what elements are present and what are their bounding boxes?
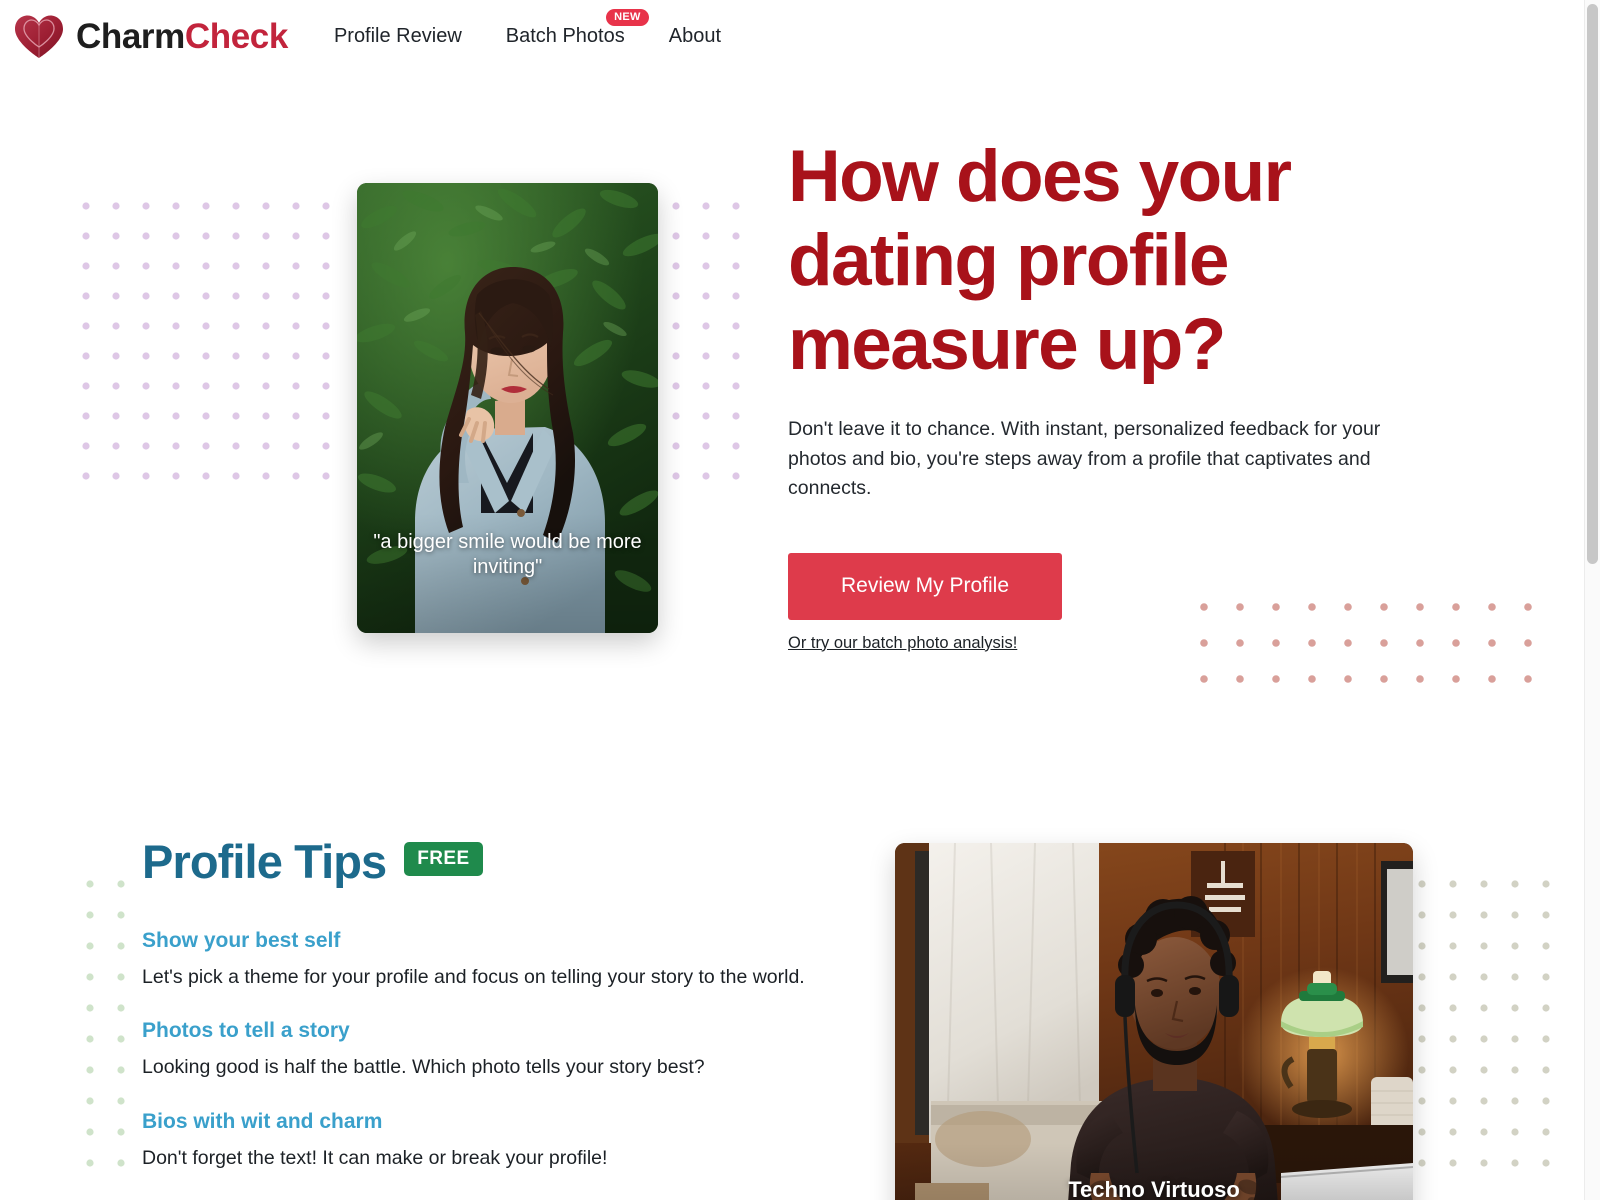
nav-item-about: About — [669, 26, 721, 47]
profile-tips-title: Profile Tips — [142, 835, 387, 888]
tip-item: Photos to tell a story Looking good is h… — [142, 1019, 842, 1081]
new-badge: NEW — [606, 9, 649, 26]
nav-link-about[interactable]: About — [669, 25, 721, 47]
nav-label-batch-photos: Batch Photos — [505, 25, 625, 47]
tip-body: Don't forget the text! It can make or br… — [142, 1146, 608, 1169]
nav-item-profile-review: Profile Review — [334, 26, 462, 47]
hero-photo-caption: "a bigger smile would be more inviting" — [373, 530, 642, 579]
nav-list: Profile Review Batch Photos NEW About — [334, 9, 721, 47]
page-scrollbar-thumb[interactable] — [1587, 4, 1598, 564]
site-header: CharmCheck Profile Review Batch Photos N… — [0, 0, 1554, 73]
tip-title: Bios with wit and charm — [142, 1109, 383, 1133]
nav-link-profile-review[interactable]: Profile Review — [334, 25, 462, 47]
profile-tips-header: Profile Tips FREE — [142, 838, 842, 885]
brand-logo-link[interactable]: CharmCheck — [14, 14, 288, 60]
profile-tips-content: Profile Tips FREE Show your best self Le… — [142, 838, 842, 1200]
review-my-profile-button[interactable]: Review My Profile — [788, 552, 1062, 620]
tip-item: Show your best self Let's pick a theme f… — [142, 929, 842, 991]
heart-logo-icon — [15, 15, 63, 58]
free-badge: FREE — [404, 842, 483, 876]
nav-label-profile-review: Profile Review — [333, 25, 462, 47]
hero-subtitle: Don't leave it to chance. With instant, … — [788, 418, 1381, 499]
tip-item: Bios with wit and charm Don't forget the… — [142, 1110, 842, 1172]
tips-photo-image — [895, 843, 1413, 1200]
page-root: CharmCheck Profile Review Batch Photos N… — [0, 0, 1600, 1200]
batch-photo-analysis-link[interactable]: Or try our batch photo analysis! — [788, 634, 1017, 653]
tip-body: Let's pick a theme for your profile and … — [142, 966, 805, 989]
brand-word-charm: Charm — [76, 17, 185, 56]
brand-wordmark: CharmCheck — [76, 19, 288, 54]
page-scrollbar-track[interactable] — [1584, 0, 1600, 1200]
tip-title: Show your best self — [142, 929, 341, 952]
profile-tips-section: Profile Tips FREE Show your best self Le… — [0, 788, 1554, 1200]
brand-word-check: Check — [184, 17, 288, 56]
nav-label-about: About — [668, 25, 721, 47]
nav-item-batch-photos: Batch Photos NEW — [505, 9, 649, 47]
tips-photo-caption: Techno Virtuoso — [1068, 1177, 1240, 1200]
main-navigation: Profile Review Batch Photos NEW About — [334, 9, 721, 47]
hero-section: "a bigger smile would be more inviting" … — [0, 73, 1554, 788]
tip-body: Looking good is half the battle. Which p… — [142, 1056, 705, 1079]
tip-title: Photos to tell a story — [142, 1019, 350, 1043]
tips-photo-card: Techno Virtuoso — [895, 843, 1413, 1200]
hero-photo-card: "a bigger smile would be more inviting" — [357, 183, 658, 633]
nav-link-batch-photos[interactable]: Batch Photos NEW — [505, 9, 649, 47]
hero-title: How does your dating profile measure up? — [788, 136, 1292, 385]
hero-copy: How does your dating profile measure up?… — [788, 135, 1388, 653]
